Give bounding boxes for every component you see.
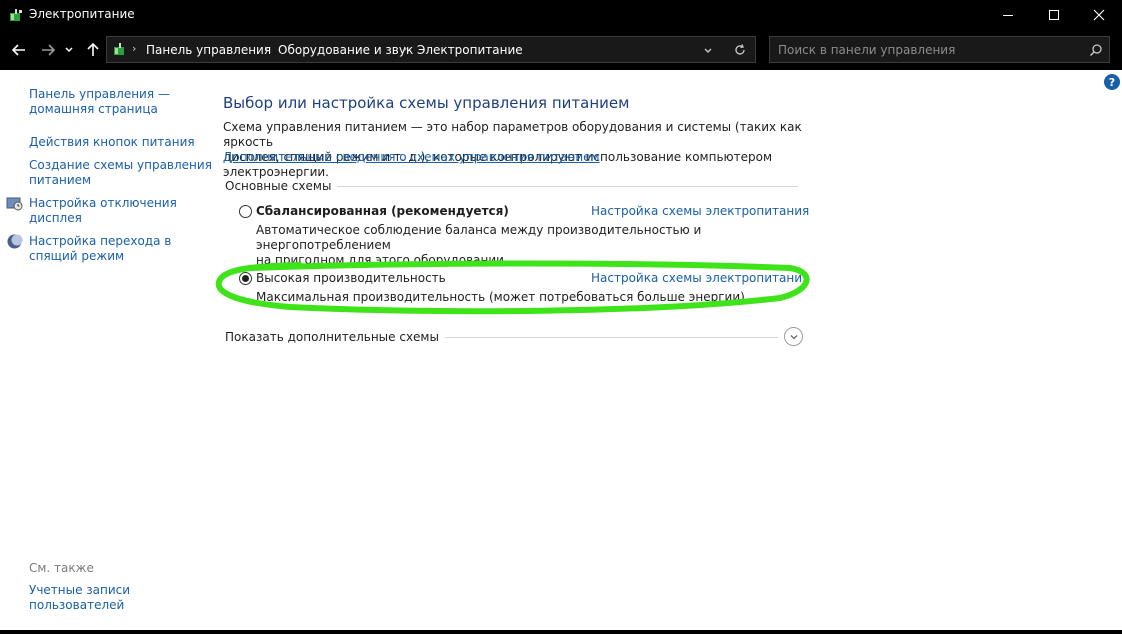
breadcrumb-hardware-sound[interactable]: Оборудование и звук [278, 43, 413, 57]
see-also-label: См. также [29, 561, 94, 575]
sidebar-item-sleep[interactable]: Настройка перехода в спящий режим [29, 234, 171, 264]
maximize-button[interactable] [1031, 0, 1077, 30]
maximize-icon [1049, 10, 1059, 20]
sidebar-item-create-plan[interactable]: Создание схемы управления питанием [29, 158, 212, 188]
close-icon [1093, 9, 1105, 21]
address-path-box[interactable]: › Панель управления › Оборудование и зву… [106, 36, 756, 63]
sleep-moon-icon [7, 234, 23, 249]
help-icon: ? [1108, 75, 1116, 89]
high-performance-plan-radio[interactable] [239, 272, 252, 285]
arrow-right-icon [42, 44, 56, 56]
display-timer-icon [6, 197, 23, 211]
help-button[interactable]: ? [1104, 74, 1120, 90]
breadcrumb-separator: › [132, 42, 137, 55]
balanced-plan-description: Автоматическое соблюдение баланса между … [256, 223, 702, 267]
power-options-icon [114, 43, 124, 55]
search-input[interactable] [770, 37, 1070, 62]
chevron-down-icon[interactable] [703, 46, 713, 56]
search-icon[interactable] [1089, 43, 1103, 57]
window-bottom-edge [0, 630, 1122, 634]
arrow-left-icon [11, 44, 25, 56]
expand-additional-plans-button[interactable] [784, 327, 803, 346]
high-performance-plan-settings-link[interactable]: Настройка схемы электропитания [591, 271, 809, 285]
preferred-plans-label: Основные схемы [225, 179, 338, 193]
breadcrumb-separator: › [403, 42, 408, 55]
breadcrumb-separator: › [264, 42, 269, 55]
up-button[interactable] [82, 38, 104, 62]
balanced-plan-name[interactable]: Сбалансированная (рекомендуется) [256, 204, 509, 218]
sidebar-home-link[interactable]: Панель управления — домашняя страница [29, 87, 170, 117]
power-options-icon [10, 9, 22, 21]
power-plans-info-link[interactable]: Дополнительные сведения о схемах управле… [223, 150, 600, 164]
sidebar-item-display-off[interactable]: Настройка отключения дисплея [29, 196, 177, 226]
page-title: Выбор или настройка схемы управления пит… [223, 94, 630, 112]
recent-locations-button[interactable] [62, 38, 76, 62]
close-button[interactable] [1076, 0, 1122, 30]
chevron-down-icon [65, 47, 73, 53]
chevron-down-icon [790, 334, 797, 339]
minimize-icon [1003, 15, 1013, 16]
forward-button[interactable] [37, 38, 59, 62]
balanced-plan-settings-link[interactable]: Настройка схемы электропитания [591, 204, 809, 218]
minimize-button[interactable] [985, 0, 1031, 30]
arrow-up-icon [87, 42, 99, 56]
high-performance-plan-description: Максимальная производительность (может п… [256, 290, 749, 304]
balanced-plan-radio[interactable] [239, 205, 252, 218]
breadcrumb-power-options[interactable]: Электропитание [417, 43, 523, 57]
window-title: Электропитание [29, 7, 135, 21]
sidebar-item-power-buttons[interactable]: Действия кнопок питания [29, 135, 195, 150]
title-bar: Электропитание [0, 0, 1122, 30]
breadcrumb-control-panel[interactable]: Панель управления [146, 43, 271, 57]
back-button[interactable] [8, 38, 30, 62]
sidebar-item-user-accounts[interactable]: Учетные записи пользователей [29, 583, 130, 613]
high-performance-plan-name[interactable]: Высокая производительность [256, 271, 446, 285]
refresh-icon[interactable] [733, 43, 747, 57]
search-box[interactable] [769, 36, 1110, 63]
show-additional-plans-label[interactable]: Показать дополнительные схемы [225, 330, 445, 344]
